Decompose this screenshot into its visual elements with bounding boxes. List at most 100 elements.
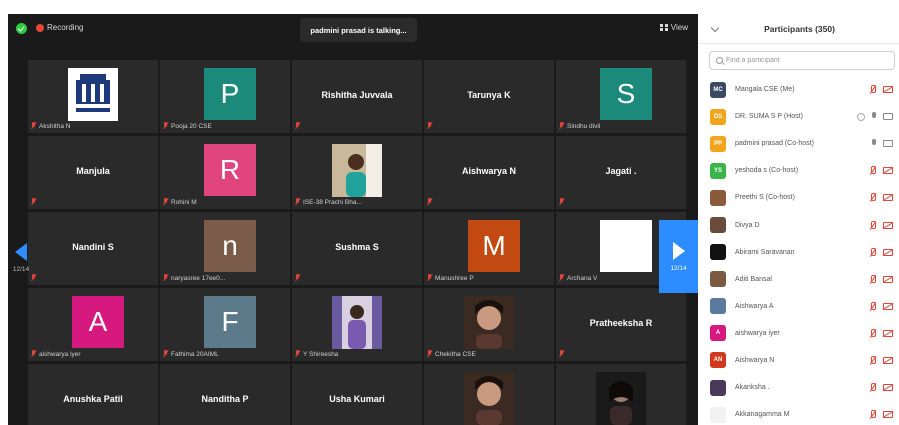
- participant-tile[interactable]: Aishwarya N: [424, 136, 554, 209]
- participant-video: [68, 68, 118, 121]
- participant-avatar: [710, 189, 726, 206]
- participant-tile[interactable]: Tarunya K: [424, 60, 554, 133]
- participant-tile[interactable]: Nanditha P: [160, 364, 290, 425]
- search-icon: [716, 57, 723, 64]
- camera-off-icon[interactable]: [883, 275, 893, 283]
- participant-row[interactable]: Akanksha .: [700, 374, 899, 401]
- camera-off-icon[interactable]: [883, 248, 893, 256]
- participant-avatar: PP: [710, 135, 726, 152]
- recording-icon: [36, 24, 44, 32]
- avatar: n: [204, 220, 256, 272]
- previous-page-button[interactable]: 12/14: [8, 227, 34, 289]
- mic-muted-icon[interactable]: [869, 247, 877, 257]
- participant-status-icons: [869, 410, 893, 419]
- participant-status-icons: [869, 328, 893, 338]
- tile-footer: [426, 121, 433, 131]
- participant-row[interactable]: AN Aishwarya N: [700, 347, 899, 374]
- participant-search-input[interactable]: [726, 57, 886, 64]
- participant-tile[interactable]: M Manushree P: [424, 212, 554, 285]
- participant-row[interactable]: Akkanagamma M: [700, 401, 899, 425]
- next-page-button[interactable]: 12/14: [659, 220, 698, 293]
- mic-muted-icon[interactable]: [869, 85, 877, 94]
- participant-row[interactable]: YS yeshoda s (Co-host): [700, 157, 899, 184]
- participant-name: Usha Kumari: [329, 394, 385, 404]
- tile-label: ISE-38 Prachi Bha...: [303, 198, 362, 206]
- mic-muted-icon[interactable]: [869, 410, 877, 419]
- camera-off-icon[interactable]: [883, 302, 893, 310]
- mic-muted-icon[interactable]: [869, 220, 877, 230]
- participant-row[interactable]: MC Mangala CSE (Me): [700, 76, 899, 103]
- participant-tile[interactable]: Akshitha N: [28, 60, 158, 133]
- participant-tile[interactable]: [424, 364, 554, 425]
- tile-footer: [30, 197, 37, 207]
- camera-off-icon[interactable]: [883, 384, 893, 392]
- participant-row[interactable]: Divya D: [700, 211, 899, 238]
- participant-avatar: [710, 217, 726, 234]
- participant-name: DR. SUMA S P (Host): [735, 113, 803, 121]
- mic-muted-icon[interactable]: [869, 328, 877, 338]
- participant-name: Aditi Bansal: [735, 275, 772, 283]
- participant-name: padmini prasad (Co-host): [735, 140, 814, 148]
- participant-tile[interactable]: Aaishwarya iyer: [28, 288, 158, 361]
- participant-name: Sushma S: [335, 242, 379, 252]
- avatar: F: [204, 296, 256, 348]
- video-gallery: Recording padmini prasad is talking... V…: [8, 14, 698, 425]
- camera-off-icon[interactable]: [883, 411, 893, 419]
- participant-row[interactable]: Abirami Saravanan: [700, 239, 899, 266]
- tile-footer: Archana V: [558, 273, 597, 283]
- participant-row[interactable]: DS DR. SUMA S P (Host): [700, 103, 899, 130]
- participant-tile[interactable]: Usha Kumari: [292, 364, 422, 425]
- mic-icon[interactable]: [871, 112, 877, 121]
- avatar: A: [72, 296, 124, 348]
- mic-icon[interactable]: [871, 139, 877, 148]
- participant-tile[interactable]: Anushka Patil: [28, 364, 158, 425]
- participant-search[interactable]: [709, 51, 895, 70]
- mic-muted-icon[interactable]: [869, 166, 877, 175]
- camera-off-icon[interactable]: [883, 194, 893, 202]
- mic-muted-icon: [558, 350, 565, 358]
- participant-tile[interactable]: Manjula: [28, 136, 158, 209]
- participant-row[interactable]: Aishwarya A: [700, 293, 899, 320]
- mic-muted-icon[interactable]: [869, 383, 877, 392]
- tile-footer: Chekitha CSE: [426, 349, 476, 359]
- participant-tile[interactable]: Chekitha CSE: [424, 288, 554, 361]
- security-shield-icon[interactable]: [16, 23, 27, 34]
- participant-tile[interactable]: Sushma S: [292, 212, 422, 285]
- participant-tile[interactable]: n naryasree 17ee0...: [160, 212, 290, 285]
- mic-muted-icon: [294, 122, 301, 130]
- participant-tile[interactable]: Jagati .: [556, 136, 686, 209]
- participant-tile[interactable]: R Rohini M: [160, 136, 290, 209]
- participant-row[interactable]: Aaishwarya iyer: [700, 320, 899, 347]
- mic-muted-icon[interactable]: [869, 301, 877, 311]
- participant-row[interactable]: Aditi Bansal: [700, 266, 899, 293]
- camera-off-icon[interactable]: [883, 86, 893, 94]
- participant-tile[interactable]: Y Shireesha: [292, 288, 422, 361]
- camera-off-icon[interactable]: [883, 329, 893, 337]
- participant-status-icons: [869, 301, 893, 311]
- mic-muted-icon[interactable]: [869, 274, 877, 284]
- participant-tile[interactable]: P Pooja 20 CSE: [160, 60, 290, 133]
- mic-muted-icon: [162, 122, 169, 130]
- camera-off-icon[interactable]: [883, 221, 893, 229]
- tile-footer: ISE-38 Prachi Bha...: [294, 197, 362, 207]
- participant-tile[interactable]: F Fathima 20AIML: [160, 288, 290, 361]
- participant-row[interactable]: PP padmini prasad (Co-host): [700, 130, 899, 157]
- view-button[interactable]: View: [659, 23, 688, 32]
- participant-tile[interactable]: Pratheeksha R: [556, 288, 686, 361]
- mic-muted-icon[interactable]: [869, 355, 877, 365]
- participant-tile[interactable]: ISE-38 Prachi Bha...: [292, 136, 422, 209]
- mic-muted-icon: [30, 198, 37, 206]
- participant-tile[interactable]: Rishitha Juvvala: [292, 60, 422, 133]
- camera-off-icon[interactable]: [883, 167, 893, 175]
- participant-name: Mangala CSE (Me): [735, 86, 795, 94]
- participant-row[interactable]: Preethi S (Co-host): [700, 184, 899, 211]
- camera-icon[interactable]: [883, 140, 893, 148]
- camera-off-icon[interactable]: [883, 356, 893, 364]
- participant-tile[interactable]: [556, 364, 686, 425]
- tile-label: Manushree P: [435, 274, 474, 282]
- participant-tile[interactable]: S Sindhu divil: [556, 60, 686, 133]
- participant-status-icons: [869, 355, 893, 365]
- participant-tile[interactable]: Nandini S: [28, 212, 158, 285]
- mic-muted-icon[interactable]: [869, 193, 877, 202]
- camera-icon[interactable]: [883, 113, 893, 121]
